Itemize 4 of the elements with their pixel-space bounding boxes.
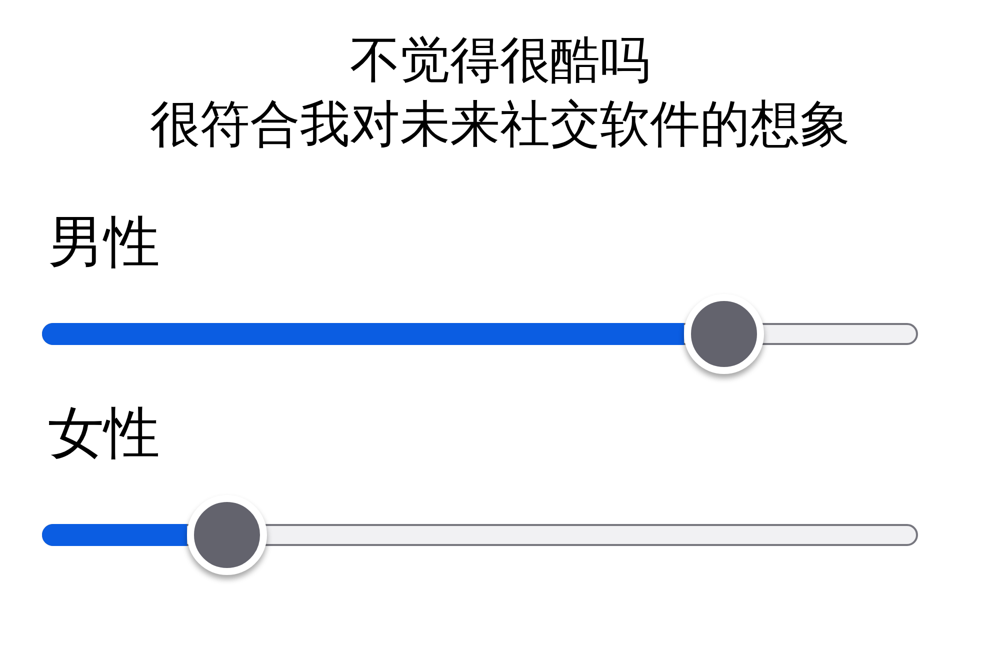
caption-text: 很符合我对未来社交软件的想象 [150, 94, 850, 155]
slider-label: 男性 [48, 210, 160, 275]
caption-text: 不觉得很酷吗 [350, 30, 650, 91]
slider-label: 女性 [48, 401, 160, 466]
